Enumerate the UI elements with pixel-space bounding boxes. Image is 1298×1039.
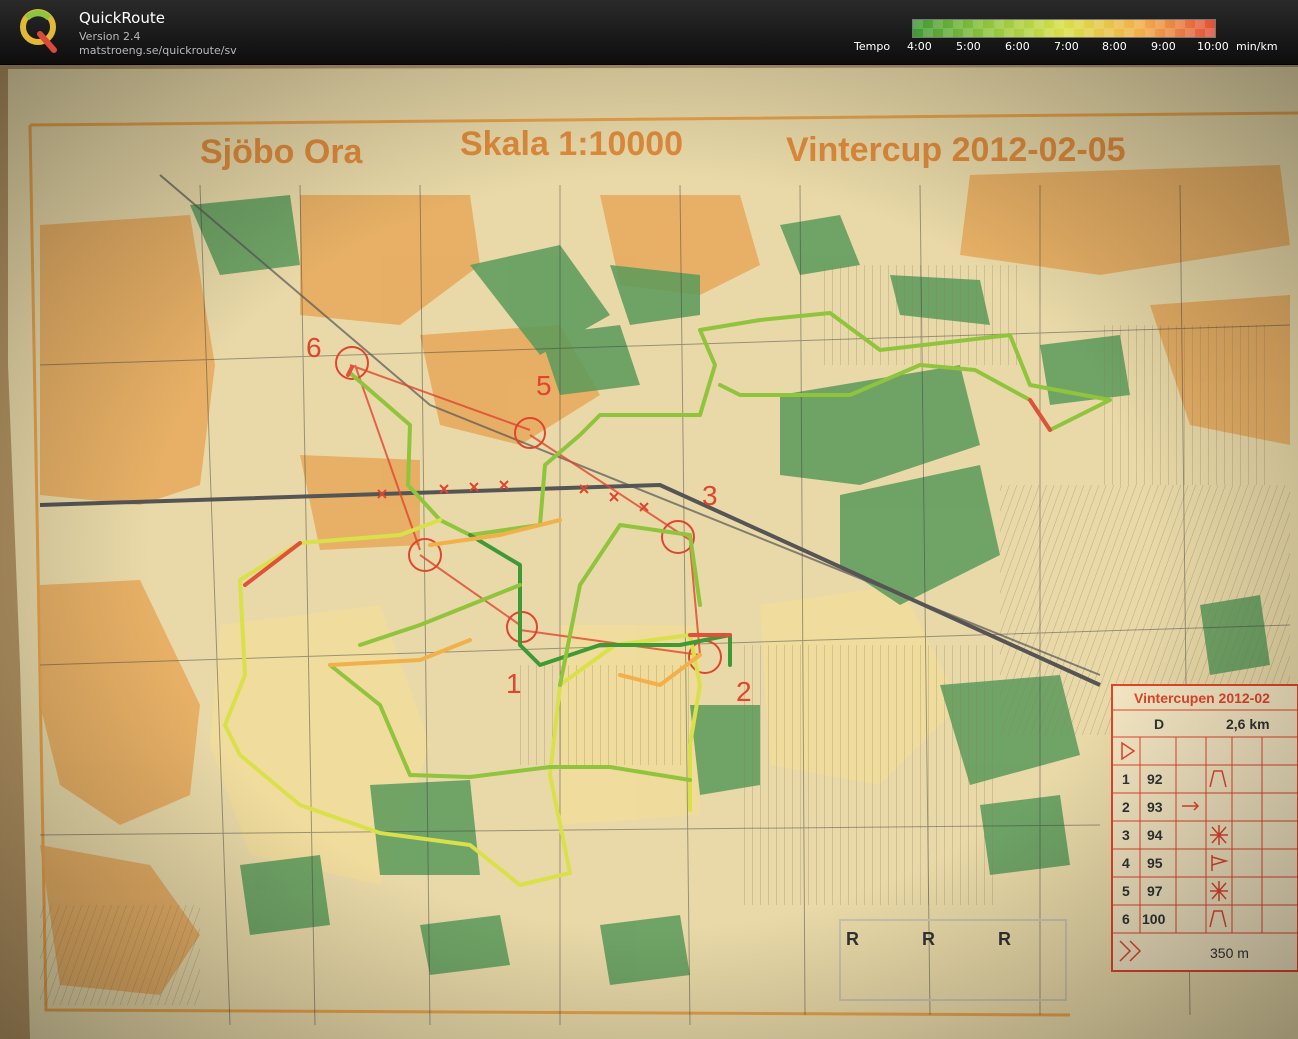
r-box-label: R <box>998 929 1011 949</box>
tempo-label: Tempo <box>854 40 891 53</box>
tempo-scale-cell <box>1154 20 1165 29</box>
row-code: 100 <box>1142 911 1166 927</box>
tempo-scale-cell <box>1124 28 1135 37</box>
app-url: matstroeng.se/quickroute/sv <box>79 44 237 57</box>
control-description-table: Vintercupen 2012-02 D 2,6 km 1 92 2 93 3… <box>1111 684 1298 972</box>
table-length: 2,6 km <box>1226 716 1270 732</box>
row-num: 1 <box>1122 771 1130 787</box>
r-box-label: R <box>846 929 859 949</box>
tempo-scale-cell <box>983 28 994 37</box>
tempo-scale-cell <box>1074 20 1085 29</box>
tempo-scale-cell <box>953 20 964 29</box>
tempo-scale-cell <box>1064 28 1075 37</box>
tempo-tick: 9:00 <box>1151 40 1176 53</box>
tempo-scale-cell <box>993 20 1004 29</box>
row-code: 92 <box>1147 771 1163 787</box>
tempo-tick: 4:00 <box>907 40 932 53</box>
row-code: 93 <box>1147 799 1163 815</box>
tempo-scale-cell <box>1174 20 1185 29</box>
map-event: Vintercup 2012-02-05 <box>786 131 1126 169</box>
table-header: Vintercupen 2012-02 <box>1134 690 1270 706</box>
app-title: QuickRoute <box>79 9 165 27</box>
thicket-icon <box>1210 825 1228 845</box>
tempo-scale-cell <box>963 28 974 37</box>
tempo-scale-cell <box>923 28 934 37</box>
tempo-tick: 7:00 <box>1054 40 1079 53</box>
control-label: 3 <box>702 480 718 511</box>
tempo-scale-cell <box>1184 28 1195 37</box>
orienteering-map[interactable]: Sjöbo Ora Skala 1:10000 Vintercup 2012-0… <box>0 65 1298 1039</box>
tempo-tick: 6:00 <box>1005 40 1030 53</box>
tempo-scale-cell <box>1003 28 1014 37</box>
tempo-unit: min/km <box>1236 40 1278 53</box>
quickroute-logo-icon <box>20 9 57 53</box>
tempo-scale-cell <box>1043 28 1054 37</box>
tempo-scale-cell <box>913 20 924 29</box>
row-num: 2 <box>1122 799 1130 815</box>
tempo-tick: 5:00 <box>956 40 981 53</box>
control-label: 5 <box>536 370 552 401</box>
map-title: Sjöbo Ora <box>200 133 364 171</box>
control-label: 2 <box>736 676 752 707</box>
tempo-scale-cell <box>1104 28 1115 37</box>
row-code: 94 <box>1147 827 1163 843</box>
tempo-scale-cell <box>1114 20 1125 29</box>
control-label: 6 <box>306 332 322 363</box>
tempo-scale-cell <box>943 28 954 37</box>
control-label: 1 <box>506 668 522 699</box>
row-num: 6 <box>1122 911 1130 927</box>
tempo-scale-cell <box>1013 20 1024 29</box>
tempo-scale-cell <box>1144 28 1155 37</box>
thicket-icon <box>1210 881 1228 901</box>
tempo-scale-cell <box>1094 20 1105 29</box>
table-class: D <box>1154 716 1164 732</box>
tempo-scale-cell <box>1134 20 1145 29</box>
map-scale: Skala 1:10000 <box>460 125 683 163</box>
r-box-label: R <box>922 929 935 949</box>
row-code: 95 <box>1147 855 1163 871</box>
tempo-scale-cell <box>1053 20 1064 29</box>
tempo-scale-cell <box>1204 28 1215 37</box>
row-num: 3 <box>1122 827 1130 843</box>
tempo-tick: 10:00 <box>1197 40 1229 53</box>
app-version: Version 2.4 <box>79 30 141 43</box>
tempo-scale-cell <box>1164 28 1175 37</box>
tempo-scale-cell <box>933 20 944 29</box>
row-code: 97 <box>1147 883 1163 899</box>
tempo-scale-cell <box>973 20 984 29</box>
row-num: 5 <box>1122 883 1130 899</box>
tempo-scale-cell <box>1033 20 1044 29</box>
finish-distance: 350 m <box>1210 945 1249 961</box>
tempo-scale-cell <box>1023 28 1034 37</box>
tempo-color-scale <box>912 19 1216 38</box>
app-header: QuickRoute Version 2.4 matstroeng.se/qui… <box>0 0 1298 65</box>
tempo-tick: 8:00 <box>1102 40 1127 53</box>
tempo-scale-cell <box>1194 20 1205 29</box>
row-num: 4 <box>1122 855 1130 871</box>
tempo-scale-cell <box>1084 28 1095 37</box>
